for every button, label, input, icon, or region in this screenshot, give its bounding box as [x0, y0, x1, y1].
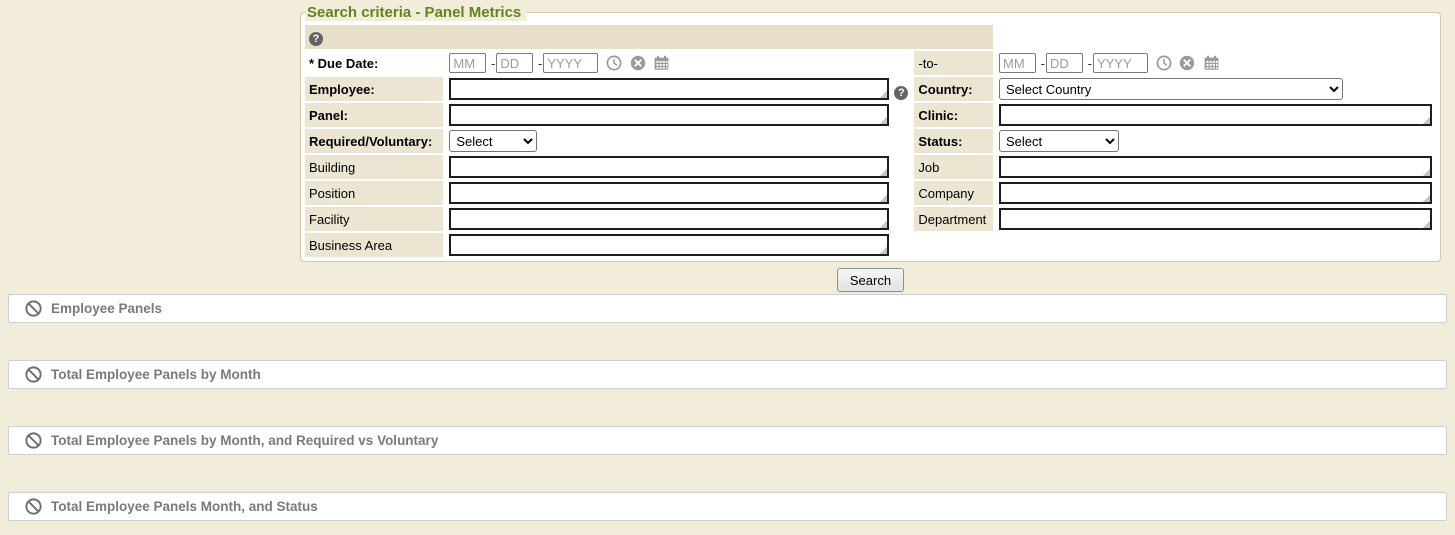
company-cell	[995, 181, 1436, 205]
status-label: Status:	[914, 129, 993, 153]
building-cell	[445, 155, 912, 179]
status-select[interactable]: Select	[999, 130, 1119, 152]
required-voluntary-label: Required/Voluntary:	[305, 129, 443, 153]
country-label: Country:	[914, 77, 993, 101]
section-title: Total Employee Panels by Month	[51, 367, 261, 382]
due-date-to-month-input[interactable]	[999, 53, 1036, 73]
calendar-icon[interactable]	[653, 55, 670, 71]
employee-help-icon[interactable]: ?	[894, 86, 908, 100]
due-date-from-cell: - -	[445, 51, 912, 75]
due-date-to-year-input[interactable]	[1093, 53, 1148, 73]
facility-cell	[445, 207, 912, 231]
date-separator: -	[491, 56, 495, 71]
search-button[interactable]: Search	[837, 268, 904, 292]
empty-cell	[995, 233, 1436, 257]
due-date-from-year-input[interactable]	[543, 53, 598, 73]
status-cell: Select	[995, 129, 1436, 153]
job-label: Job	[914, 155, 993, 179]
due-date-to-label: -to-	[914, 51, 993, 75]
employee-country-row: Employee: ? Country: Select Country	[305, 77, 1436, 101]
calendar-icon[interactable]	[1203, 55, 1220, 71]
department-label: Department	[914, 207, 993, 231]
position-label: Position	[305, 181, 443, 205]
panel-clinic-row: Panel: Clinic:	[305, 103, 1436, 127]
business-area-input[interactable]	[449, 234, 889, 256]
building-job-row: Building Job	[305, 155, 1436, 179]
section-header-total-month-status[interactable]: Total Employee Panels Month, and Status	[8, 492, 1447, 521]
business-area-label: Business Area	[305, 233, 443, 257]
empty-cell	[914, 233, 993, 257]
clinic-label: Clinic:	[914, 103, 993, 127]
date-separator: -	[1041, 56, 1045, 71]
job-input[interactable]	[999, 156, 1432, 178]
company-label: Company	[914, 181, 993, 205]
date-separator: -	[538, 56, 542, 71]
panel-title: Search criteria - Panel Metrics	[305, 4, 527, 21]
report-sections: Employee Panels Total Employee Panels by…	[8, 294, 1447, 521]
clear-date-icon[interactable]	[630, 55, 646, 71]
help-bar: ?	[305, 25, 993, 49]
panel-cell	[445, 103, 912, 127]
business-area-cell	[445, 233, 912, 257]
facility-department-row: Facility Department	[305, 207, 1436, 231]
due-date-from-day-input[interactable]	[496, 53, 533, 73]
facility-input[interactable]	[449, 208, 889, 230]
clinic-cell	[995, 103, 1436, 127]
department-input[interactable]	[999, 208, 1432, 230]
panel-label: Panel:	[305, 103, 443, 127]
position-input[interactable]	[449, 182, 889, 204]
required-voluntary-cell: Select	[445, 129, 912, 153]
date-separator: -	[1088, 56, 1092, 71]
employee-cell: ?	[445, 77, 912, 101]
circle-slash-icon	[25, 498, 42, 515]
department-cell	[995, 207, 1436, 231]
panel-input[interactable]	[449, 104, 889, 126]
clinic-input[interactable]	[999, 104, 1432, 126]
building-label: Building	[305, 155, 443, 179]
building-input[interactable]	[449, 156, 889, 178]
position-company-row: Position Company	[305, 181, 1436, 205]
job-cell	[995, 155, 1436, 179]
company-input[interactable]	[999, 182, 1432, 204]
circle-slash-icon	[25, 366, 42, 383]
required-status-row: Required/Voluntary: Select Status: Selec…	[305, 129, 1436, 153]
section-header-employee-panels[interactable]: Employee Panels	[8, 294, 1447, 323]
due-date-row: * Due Date: - - -to- - -	[305, 51, 1436, 75]
required-voluntary-select[interactable]: Select	[449, 130, 537, 152]
section-header-total-by-month-required-vs-voluntary[interactable]: Total Employee Panels by Month, and Requ…	[8, 426, 1447, 455]
country-cell: Select Country	[995, 77, 1436, 101]
due-date-to-cell: - -	[995, 51, 1436, 75]
facility-label: Facility	[305, 207, 443, 231]
clock-icon[interactable]	[1156, 55, 1172, 71]
country-select[interactable]: Select Country	[999, 78, 1343, 100]
employee-input[interactable]	[449, 78, 889, 100]
circle-slash-icon	[25, 432, 42, 449]
business-area-row: Business Area	[305, 233, 1436, 257]
circle-slash-icon	[25, 300, 42, 317]
due-date-label: * Due Date:	[305, 51, 443, 75]
clear-date-icon[interactable]	[1179, 55, 1195, 71]
criteria-grid: ? * Due Date: - - -to- - -	[303, 23, 1438, 259]
section-title: Employee Panels	[51, 301, 162, 316]
help-bar-spacer	[995, 25, 1436, 49]
section-title: Total Employee Panels by Month, and Requ…	[51, 433, 438, 448]
help-icon[interactable]: ?	[309, 32, 323, 46]
due-date-from-month-input[interactable]	[449, 53, 486, 73]
due-date-to-day-input[interactable]	[1046, 53, 1083, 73]
search-criteria-fieldset: Search criteria - Panel Metrics ? * Due …	[300, 4, 1441, 262]
section-title: Total Employee Panels Month, and Status	[51, 499, 318, 514]
section-header-total-by-month[interactable]: Total Employee Panels by Month	[8, 360, 1447, 389]
help-bar-row: ?	[305, 25, 1436, 49]
employee-label: Employee:	[305, 77, 443, 101]
clock-icon[interactable]	[606, 55, 622, 71]
search-button-row: Search	[300, 268, 1441, 292]
position-cell	[445, 181, 912, 205]
